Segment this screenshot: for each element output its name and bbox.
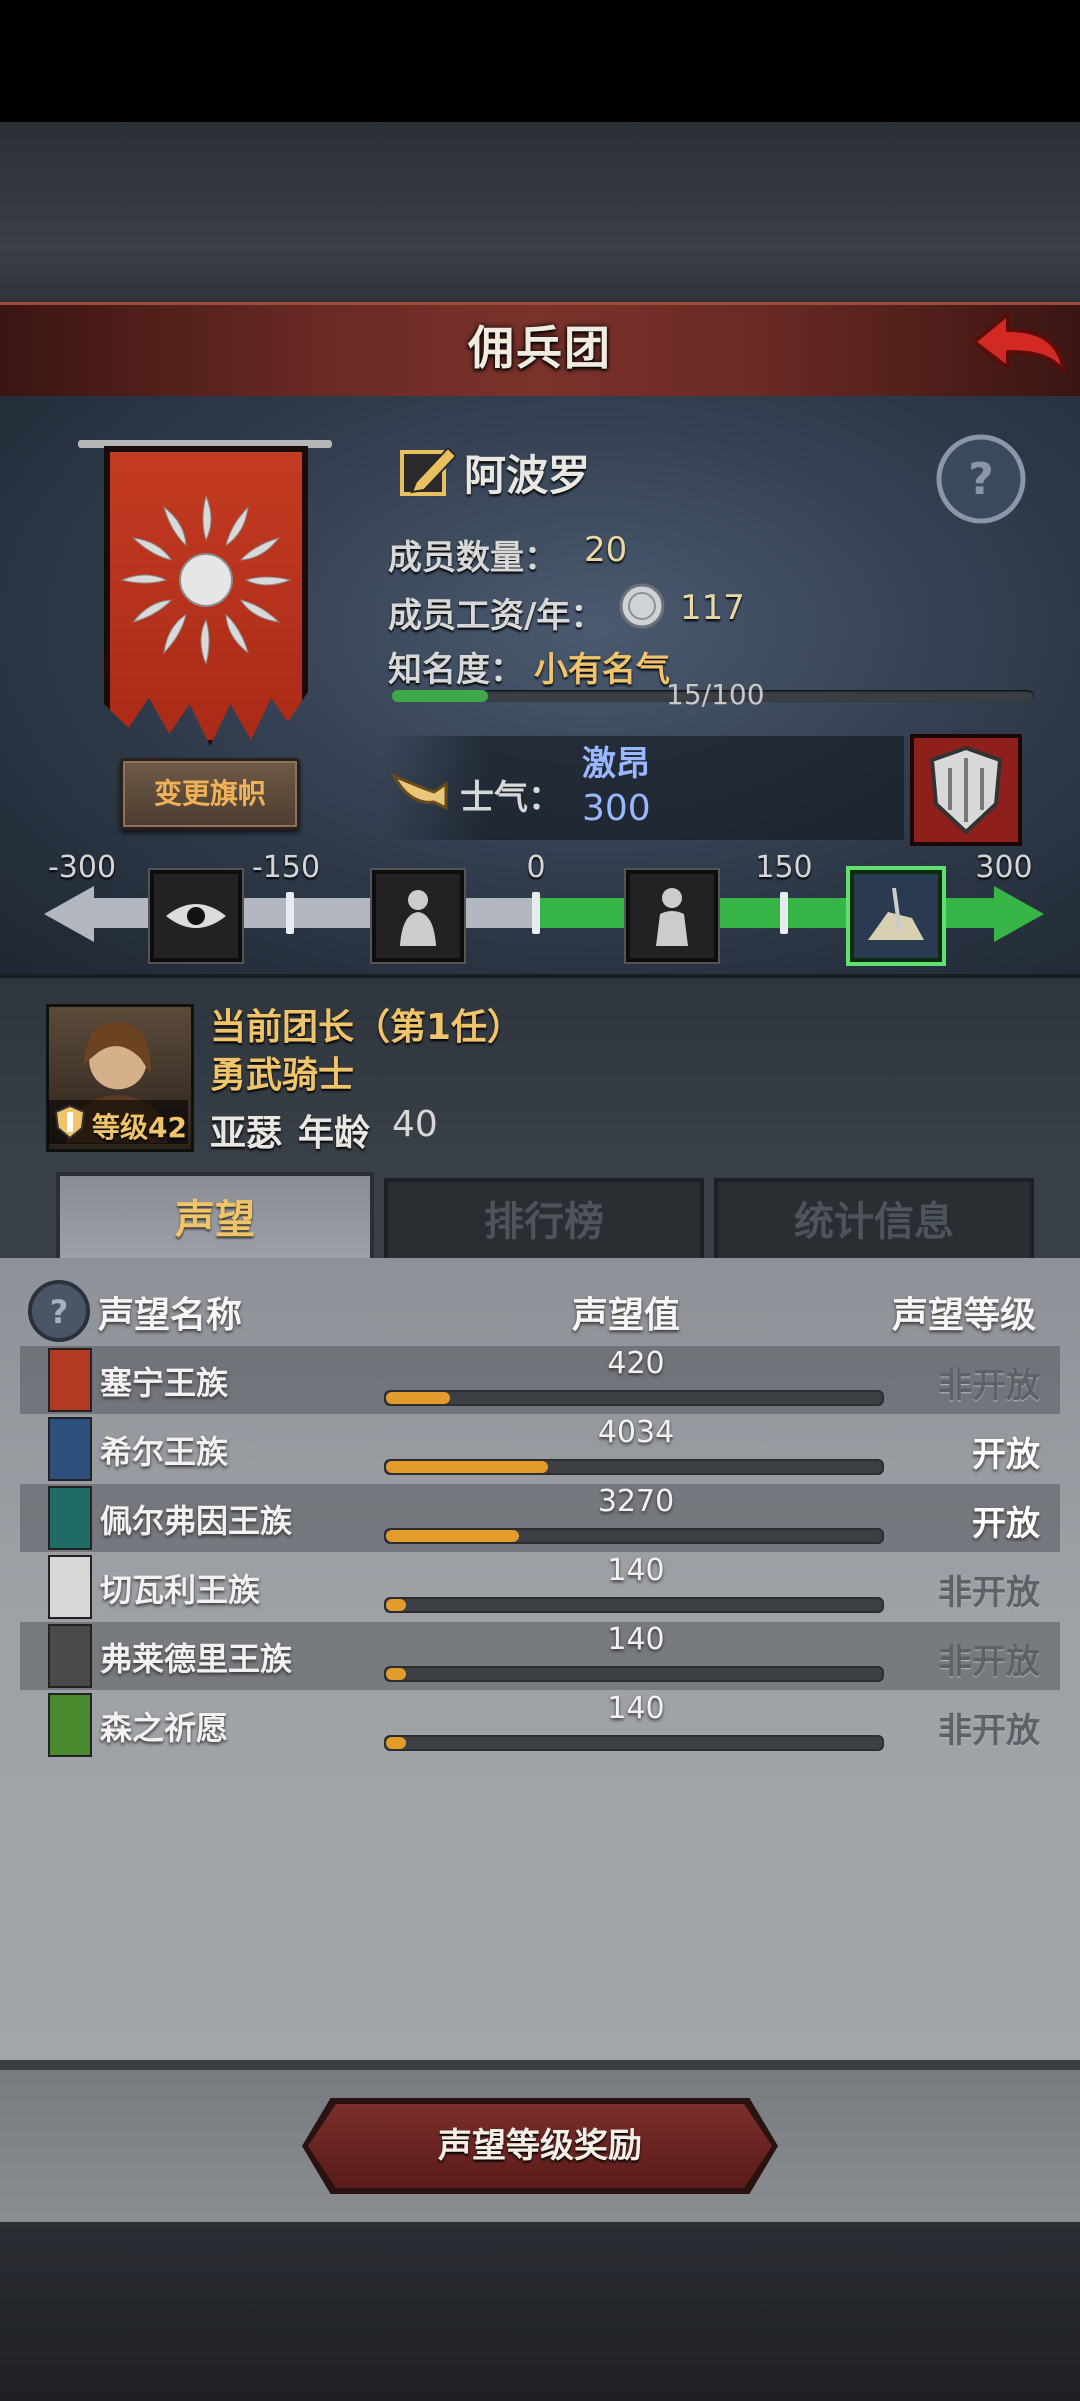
- fame-value: 小有名气: [534, 650, 670, 690]
- help-icon[interactable]: ?: [26, 1278, 92, 1344]
- svg-text:?: ?: [50, 1293, 69, 1331]
- faction-name: 森之祈愿: [100, 1709, 229, 1747]
- page-title: 佣兵团: [468, 321, 612, 375]
- table-row[interactable]: 佩尔弗因王族 3270 开放: [20, 1484, 1060, 1552]
- leader-class: 勇武骑士: [210, 1055, 355, 1096]
- change-flag-button[interactable]: 变更旗帜: [120, 758, 300, 830]
- faction-emblem-icon: [48, 1348, 92, 1412]
- leader-title: 当前团长（第1任）: [210, 1007, 524, 1048]
- column-header-name: 声望名称: [98, 1295, 243, 1336]
- status-bar-area: [0, 0, 1080, 122]
- table-row[interactable]: 弗莱德里王族 140 非开放: [20, 1622, 1060, 1690]
- members-value: 20: [584, 530, 628, 570]
- faction-name: 塞宁王族: [100, 1364, 229, 1402]
- reputation-bar: [384, 1390, 884, 1406]
- reputation-bar-fill: [386, 1668, 406, 1680]
- table-row[interactable]: 切瓦利王族 140 非开放: [20, 1553, 1060, 1621]
- reputation-status: 非开放: [938, 1573, 1040, 1613]
- charging-knight-icon[interactable]: [850, 870, 942, 962]
- reputation-value: 4034: [597, 1415, 675, 1450]
- guild-name: 阿波罗: [464, 451, 591, 500]
- faction-emblem-icon: [48, 1417, 92, 1481]
- shield-level-icon: [54, 1104, 86, 1140]
- reputation-status: 开放: [972, 1435, 1040, 1475]
- tick-label: -150: [251, 850, 321, 885]
- sad-figure-icon[interactable]: [372, 870, 464, 962]
- faction-emblem-icon: [48, 1555, 92, 1619]
- morale-label: 士气：: [460, 778, 562, 818]
- sun-emblem-icon: [120, 494, 292, 666]
- calm-figure-icon[interactable]: [626, 870, 718, 962]
- track-right-arrow: [994, 886, 1044, 942]
- column-header-value: 声望值: [572, 1295, 681, 1336]
- fame-progress-fill: [392, 690, 488, 702]
- despair-eye-icon[interactable]: [150, 870, 242, 962]
- reputation-status: 非开放: [938, 1711, 1040, 1751]
- column-header-level: 声望等级: [892, 1295, 1037, 1336]
- back-arrow-icon[interactable]: [968, 306, 1068, 386]
- wage-label: 成员工资/年：: [388, 596, 605, 636]
- reputation-value: 140: [607, 1691, 665, 1726]
- morale-value: 300: [582, 788, 651, 829]
- svg-text:?: ?: [968, 454, 994, 505]
- tick-label: 150: [755, 850, 813, 885]
- reputation-bar-fill: [386, 1392, 450, 1404]
- tick-label: 300: [975, 850, 1033, 885]
- tick-label: -300: [47, 850, 117, 885]
- table-row[interactable]: 希尔王族 4034 开放: [20, 1415, 1060, 1483]
- reputation-bar: [384, 1735, 884, 1751]
- faction-name: 切瓦利王族: [100, 1571, 261, 1609]
- faction-emblem-icon: [48, 1693, 92, 1757]
- leader-name: 亚瑟: [210, 1113, 283, 1154]
- tab-reputation[interactable]: 声望: [56, 1172, 374, 1264]
- reputation-bar-fill: [386, 1737, 406, 1749]
- tab-statistics[interactable]: 统计信息: [714, 1178, 1034, 1266]
- reputation-bar: [384, 1666, 884, 1682]
- reputation-value: 3270: [597, 1484, 675, 1519]
- edit-icon[interactable]: [398, 442, 460, 500]
- faction-emblem-icon: [48, 1624, 92, 1688]
- silver-coin-icon: [619, 583, 665, 629]
- reputation-reward-button[interactable]: 声望等级奖励: [308, 2104, 772, 2188]
- leader-age-label: 年龄: [298, 1113, 371, 1154]
- morale-shield-icon[interactable]: [910, 734, 1022, 846]
- leader-level: 等级42: [92, 1111, 187, 1144]
- wage-value: 117: [680, 588, 745, 628]
- table-row[interactable]: 塞宁王族 420 非开放: [20, 1346, 1060, 1414]
- reputation-value: 420: [607, 1346, 665, 1381]
- track-tick: [780, 892, 788, 934]
- track-tick: [286, 892, 294, 934]
- reputation-value: 140: [607, 1622, 665, 1657]
- faction-name: 希尔王族: [100, 1433, 229, 1471]
- bottom-backdrop: [0, 2222, 1080, 2401]
- table-row[interactable]: 森之祈愿 140 非开放: [20, 1691, 1060, 1759]
- reputation-status: 开放: [972, 1504, 1040, 1544]
- top-backdrop: [0, 122, 1080, 302]
- leader-age: 40: [392, 1104, 438, 1145]
- reputation-bar-fill: [386, 1461, 548, 1473]
- reputation-status: 非开放: [938, 1366, 1040, 1406]
- track-tick: [532, 892, 540, 934]
- tab-ranking[interactable]: 排行榜: [384, 1178, 704, 1266]
- fame-label: 知名度：: [388, 650, 524, 690]
- morale-status: 激昂: [582, 744, 650, 784]
- faction-name: 佩尔弗因王族: [100, 1502, 293, 1540]
- reputation-value: 140: [607, 1553, 665, 1588]
- reputation-bar-fill: [386, 1599, 406, 1611]
- members-label: 成员数量：: [388, 538, 558, 578]
- divider: [0, 2060, 1080, 2070]
- faction-emblem-icon: [48, 1486, 92, 1550]
- reputation-status: 非开放: [938, 1642, 1040, 1682]
- horn-icon: [390, 772, 448, 811]
- fame-progress-text: 15/100: [666, 678, 765, 711]
- reputation-bar-fill: [386, 1530, 519, 1542]
- tick-label: 0: [526, 850, 546, 885]
- faction-name: 弗莱德里王族: [100, 1640, 293, 1678]
- help-icon[interactable]: ?: [934, 432, 1028, 526]
- reputation-bar: [384, 1597, 884, 1613]
